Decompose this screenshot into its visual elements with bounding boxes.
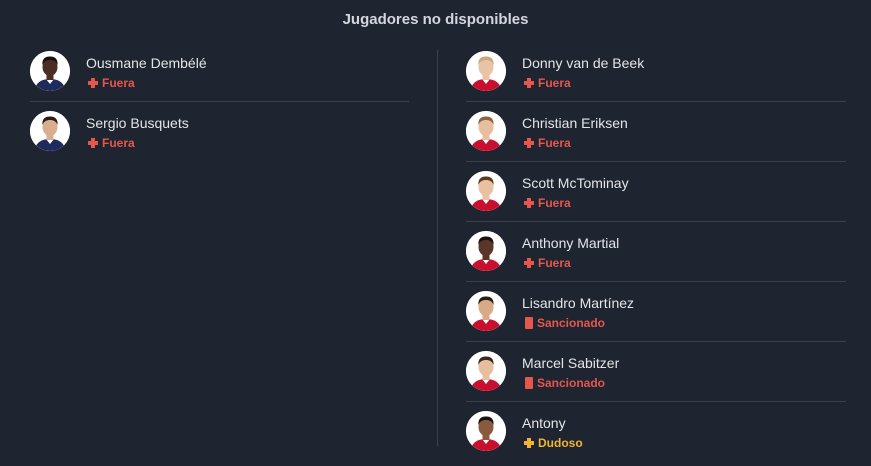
home-team-list: Ousmane Dembélé Fuera Sergio Busquets Fuera: [30, 42, 409, 161]
player-name[interactable]: Christian Eriksen: [522, 115, 628, 131]
injury-cross-icon: [88, 78, 98, 88]
player-avatar: [466, 231, 506, 271]
red-card-icon: [525, 317, 533, 329]
doubtful-cross-icon: [524, 438, 534, 448]
status-label: Sancionado: [537, 316, 606, 330]
player-status: Sancionado: [524, 376, 605, 390]
player-row[interactable]: Marcel Sabitzer Sancionado: [466, 342, 846, 402]
player-status: Fuera: [524, 196, 571, 210]
injury-cross-icon: [524, 198, 534, 208]
player-avatar: [466, 171, 506, 211]
player-avatar: [466, 111, 506, 151]
status-label: Fuera: [102, 76, 135, 90]
away-team-list: Donny van de Beek Fuera Christian Eriksen F…: [466, 42, 846, 461]
player-row[interactable]: Anthony Martial Fuera: [466, 222, 846, 282]
player-status: Sancionado: [524, 316, 605, 330]
player-avatar: [466, 51, 506, 91]
player-avatar: [30, 111, 70, 151]
player-name[interactable]: Lisandro Martínez: [522, 295, 634, 311]
player-row[interactable]: Donny van de Beek Fuera: [466, 42, 846, 102]
injury-cross-icon: [524, 138, 534, 148]
player-name[interactable]: Donny van de Beek: [522, 55, 644, 71]
injury-cross-icon: [88, 138, 98, 148]
player-row[interactable]: Lisandro Martínez Sancionado: [466, 282, 846, 342]
status-label: Dudoso: [538, 436, 583, 450]
player-name[interactable]: Anthony Martial: [522, 235, 619, 251]
player-status: Dudoso: [524, 436, 583, 450]
status-label: Fuera: [538, 136, 571, 150]
player-avatar: [466, 291, 506, 331]
player-status: Fuera: [88, 76, 135, 90]
player-row[interactable]: Christian Eriksen Fuera: [466, 102, 846, 162]
player-status: Fuera: [524, 76, 571, 90]
red-card-icon: [525, 377, 533, 389]
player-avatar: [466, 411, 506, 451]
column-divider: [437, 50, 438, 446]
player-status: Fuera: [524, 256, 571, 270]
player-row[interactable]: Scott McTominay Fuera: [466, 162, 846, 222]
status-label: Fuera: [538, 196, 571, 210]
player-name[interactable]: Sergio Busquets: [86, 115, 189, 131]
status-label: Sancionado: [537, 376, 606, 390]
status-label: Fuera: [538, 76, 571, 90]
player-name[interactable]: Antony: [522, 415, 566, 431]
injury-cross-icon: [524, 78, 534, 88]
player-avatar: [30, 51, 70, 91]
player-avatar: [466, 351, 506, 391]
player-name[interactable]: Ousmane Dembélé: [86, 55, 207, 71]
player-status: Fuera: [524, 136, 571, 150]
injury-cross-icon: [524, 258, 534, 268]
player-status: Fuera: [88, 136, 135, 150]
player-row[interactable]: Sergio Busquets Fuera: [30, 102, 409, 161]
player-name[interactable]: Scott McTominay: [522, 175, 629, 191]
player-row[interactable]: Antony Dudoso: [466, 402, 846, 461]
page-title: Jugadores no disponibles: [342, 11, 529, 28]
player-row[interactable]: Ousmane Dembélé Fuera: [30, 42, 409, 102]
player-name[interactable]: Marcel Sabitzer: [522, 355, 619, 371]
status-label: Fuera: [538, 256, 571, 270]
status-label: Fuera: [102, 136, 135, 150]
